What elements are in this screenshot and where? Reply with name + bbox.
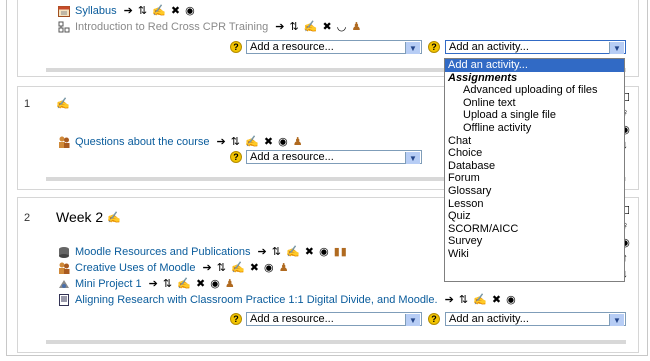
people-icon <box>58 136 71 148</box>
activity-link-mini-project[interactable]: Mini Project 1 <box>75 278 142 290</box>
dropdown-option[interactable]: Add an activity... <box>445 59 624 72</box>
chevron-down-icon: ▼ <box>405 314 420 326</box>
calendar-icon <box>58 5 71 17</box>
workshop-icon <box>58 278 71 290</box>
add-resource-select[interactable]: Add a resource... ▼ <box>246 312 422 326</box>
activity-link-syllabus[interactable]: Syllabus <box>75 5 117 17</box>
edit-summary-icon[interactable]: ✍ <box>56 97 71 110</box>
dropdown-option[interactable]: Database <box>445 160 624 173</box>
dropdown-option[interactable]: Offline activity <box>445 122 624 135</box>
dropdown-option[interactable]: Choice <box>445 147 624 160</box>
dropdown-option[interactable]: SCORM/AICC <box>445 223 624 236</box>
add-resource-select[interactable]: Add a resource... ▼ <box>246 40 422 54</box>
activity-dropdown-list: Add an activity... Assignments Advanced up… <box>444 58 625 282</box>
add-activity-select[interactable]: Add an activity... ▼ <box>445 40 626 54</box>
activity-link-moodle-resources[interactable]: Moodle Resources and Publications <box>75 246 251 258</box>
edit-summary-icon[interactable]: ✍ <box>107 211 122 224</box>
section-number: 2 <box>24 212 31 224</box>
activity-link-aligning-research[interactable]: Aligning Research with Classroom Practic… <box>75 294 438 306</box>
edit-controls[interactable]: ➔ ⇅ ✍ ✖ ◉ ♟ <box>202 261 289 274</box>
dropdown-option[interactable]: Upload a single file <box>445 109 624 122</box>
edit-controls[interactable]: ➔ ⇅ ✍ ✖ ◉ <box>445 293 517 306</box>
course-outline: Syllabus ➔ ⇅ ✍ ✖ ◉ Introduction to Red C… <box>6 0 648 356</box>
activity-row: Moodle Resources and Publications ➔ ⇅ ✍ … <box>58 245 348 258</box>
section-title-row: Week 2 ✍ <box>56 209 122 225</box>
sitemap-icon <box>58 21 71 33</box>
document-icon <box>58 293 71 306</box>
option-group-label: Assignments <box>448 71 518 84</box>
activity-row: Questions about the course ➔ ⇅ ✍ ✖ ◉ ♟ <box>58 135 304 148</box>
activity-row: Aligning Research with Classroom Practic… <box>58 293 517 306</box>
help-icon[interactable]: ? <box>428 313 440 325</box>
section-title: Week 2 <box>56 209 104 225</box>
activity-row: Introduction to Red Cross CPR Training ➔… <box>58 20 362 33</box>
people-icon <box>58 262 71 274</box>
dropdown-option[interactable]: Wiki <box>445 248 624 261</box>
activity-link-creative-uses[interactable]: Creative Uses of Moodle <box>75 262 195 274</box>
activity-link-red-cross[interactable]: Introduction to Red Cross CPR Training <box>75 21 268 33</box>
edit-controls[interactable]: ➔ ⇅ ✍ ✖ ◉ ▮▮ <box>258 245 348 258</box>
activity-row: Mini Project 1 ➔ ⇅ ✍ ✖ ◉ ♟ <box>58 277 236 290</box>
activity-row: Creative Uses of Moodle ➔ ⇅ ✍ ✖ ◉ ♟ <box>58 261 290 274</box>
dropdown-option[interactable]: Quiz <box>445 210 624 223</box>
chevron-down-icon: ▼ <box>405 152 420 164</box>
dropdown-option[interactable]: Online text <box>445 97 624 110</box>
dropdown-option[interactable]: Survey <box>445 235 624 248</box>
edit-controls[interactable]: ➔ ⇅ ✍ ✖ ◉ ♟ <box>149 277 236 290</box>
help-icon[interactable]: ? <box>230 151 242 163</box>
help-icon[interactable]: ? <box>428 41 440 53</box>
help-icon[interactable]: ? <box>230 313 242 325</box>
activity-link-questions[interactable]: Questions about the course <box>75 136 210 148</box>
dropdown-option[interactable]: Lesson <box>445 198 624 211</box>
edit-controls[interactable]: ➔ ⇅ ✍ ✖ ◉ ♟ <box>217 135 304 148</box>
edit-controls[interactable]: ➔ ⇅ ✍ ✖ ◉ <box>124 4 196 17</box>
section-divider <box>46 340 626 344</box>
dropdown-option[interactable]: Forum <box>445 172 624 185</box>
chevron-down-icon: ▼ <box>609 314 624 326</box>
edit-controls[interactable]: ➔ ⇅ ✍ ✖ ◡ ♟ <box>275 20 362 33</box>
chevron-down-icon: ▼ <box>405 42 420 54</box>
dropdown-option[interactable]: Advanced uploading of files <box>445 84 624 97</box>
dropdown-option[interactable]: Chat <box>445 135 624 148</box>
database-icon <box>58 246 71 258</box>
section-number: 1 <box>24 98 31 110</box>
add-resource-select[interactable]: Add a resource... ▼ <box>246 150 422 164</box>
dropdown-option[interactable]: Glossary <box>445 185 624 198</box>
summary-edit: ✍ <box>56 97 71 110</box>
add-activity-select[interactable]: Add an activity... ▼ <box>445 312 626 326</box>
activity-row: Syllabus ➔ ⇅ ✍ ✖ ◉ <box>58 4 196 17</box>
help-icon[interactable]: ? <box>230 41 242 53</box>
chevron-down-icon: ▼ <box>609 42 624 54</box>
